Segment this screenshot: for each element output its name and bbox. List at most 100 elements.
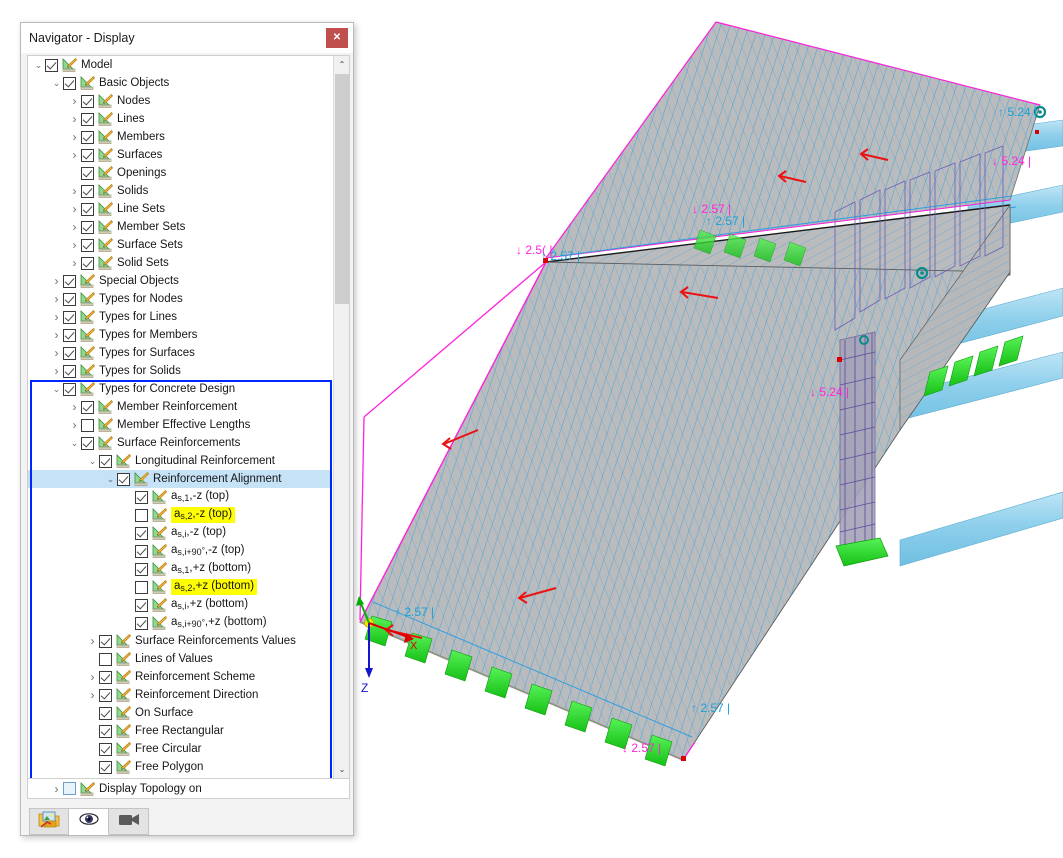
tree-item-types-for-solids[interactable]: ›Types for Solids (28, 362, 332, 380)
tree-item-surface-reinforcements[interactable]: ⌄Surface Reinforcements (28, 434, 332, 452)
visibility-checkbox[interactable] (81, 401, 94, 414)
visibility-checkbox[interactable] (81, 221, 94, 234)
chevron-right-icon[interactable]: › (50, 308, 63, 326)
visibility-checkbox[interactable] (63, 311, 76, 324)
chevron-down-icon[interactable]: ⌄ (32, 56, 45, 74)
tree-item-member-sets[interactable]: ›Member Sets (28, 218, 332, 236)
visibility-checkbox[interactable] (99, 671, 112, 684)
visibility-checkbox[interactable] (63, 365, 76, 378)
chevron-right-icon[interactable]: › (86, 668, 99, 686)
close-icon[interactable]: ✕ (326, 28, 348, 48)
tree-item-solid-sets[interactable]: ›Solid Sets (28, 254, 332, 272)
tree-item-solids[interactable]: ›Solids (28, 182, 332, 200)
tree-item-types-for-members[interactable]: ›Types for Members (28, 326, 332, 344)
navigator-tree[interactable]: ⌄Model⌄Basic Objects›Nodes›Lines›Members… (28, 56, 332, 778)
visibility-checkbox[interactable] (81, 239, 94, 252)
chevron-right-icon[interactable]: › (68, 236, 81, 254)
visibility-checkbox[interactable] (81, 257, 94, 270)
chevron-right-icon[interactable]: › (50, 290, 63, 308)
visibility-checkbox[interactable] (63, 77, 76, 90)
visibility-checkbox[interactable] (99, 635, 112, 648)
visibility-checkbox[interactable] (63, 329, 76, 342)
chevron-down-icon[interactable]: ⌄ (86, 452, 99, 470)
visibility-checkbox[interactable] (81, 95, 94, 108)
tree-item-a-s-1-z-top[interactable]: as,1,-z (top) (28, 488, 332, 506)
tree-item-types-for-nodes[interactable]: ›Types for Nodes (28, 290, 332, 308)
tree-item-free-circular[interactable]: Free Circular (28, 740, 332, 758)
tree-item-a-s-i-90-z-bottom[interactable]: as,i+90°,+z (bottom) (28, 614, 332, 632)
tree-item-nodes[interactable]: ›Nodes (28, 92, 332, 110)
scrollbar-thumb[interactable] (335, 74, 349, 304)
visibility-checkbox[interactable] (99, 761, 112, 774)
tree-item-stirrups[interactable]: ›Stirrups (28, 776, 332, 778)
navigator-tabbar[interactable] (21, 802, 353, 835)
visibility-checkbox[interactable] (135, 509, 148, 522)
chevron-right-icon[interactable]: › (68, 128, 81, 146)
chevron-right-icon[interactable]: › (68, 218, 81, 236)
visibility-checkbox[interactable] (135, 599, 148, 612)
chevron-right-icon[interactable]: › (68, 92, 81, 110)
navigator-display-panel[interactable]: Navigator - Display ✕ ⌄Model⌄Basic Objec… (20, 22, 354, 836)
chevron-right-icon[interactable]: › (50, 326, 63, 344)
chevron-right-icon[interactable]: › (86, 686, 99, 704)
display-topology-row[interactable]: ›Display Topology on (27, 779, 350, 799)
tree-item-surfaces[interactable]: ›Surfaces (28, 146, 332, 164)
tree-item-surface-reinforcements-values[interactable]: ›Surface Reinforcements Values (28, 632, 332, 650)
tree-item-a-s-i-90-z-top[interactable]: as,i+90°,-z (top) (28, 542, 332, 560)
tree-item-member-effective-lengths[interactable]: ›Member Effective Lengths (28, 416, 332, 434)
scroll-down-icon[interactable]: ⌄ (334, 761, 350, 778)
visibility-checkbox[interactable] (99, 689, 112, 702)
tree-item-a-s-i-z-bottom[interactable]: as,i,+z (bottom) (28, 596, 332, 614)
tree-item-members[interactable]: ›Members (28, 128, 332, 146)
tree-item-a-s-i-z-top[interactable]: as,i,-z (top) (28, 524, 332, 542)
visibility-checkbox[interactable] (81, 113, 94, 126)
visibility-checkbox[interactable] (99, 743, 112, 756)
tree-item-free-rectangular[interactable]: Free Rectangular (28, 722, 332, 740)
scroll-up-icon[interactable]: ⌃ (334, 56, 350, 73)
visibility-checkbox[interactable] (135, 491, 148, 504)
visibility-checkbox[interactable] (117, 473, 130, 486)
chevron-right-icon[interactable]: › (68, 254, 81, 272)
tree-item-member-reinforcement[interactable]: ›Member Reinforcement (28, 398, 332, 416)
tree-vertical-scrollbar[interactable]: ⌃ ⌄ (333, 56, 349, 778)
visibility-checkbox[interactable] (135, 563, 148, 576)
chevron-right-icon[interactable]: › (50, 362, 63, 380)
tree-item-types-for-surfaces[interactable]: ›Types for Surfaces (28, 344, 332, 362)
chevron-down-icon[interactable]: ⌄ (50, 380, 63, 398)
visibility-checkbox[interactable] (63, 275, 76, 288)
visibility-checkbox[interactable] (63, 347, 76, 360)
visibility-checkbox[interactable] (63, 782, 76, 795)
chevron-right-icon[interactable]: › (68, 146, 81, 164)
tree-item-lines-of-values[interactable]: Lines of Values (28, 650, 332, 668)
tree-item-special-objects[interactable]: ›Special Objects (28, 272, 332, 290)
chevron-down-icon[interactable]: ⌄ (104, 470, 117, 488)
visibility-checkbox[interactable] (135, 545, 148, 558)
visibility-checkbox[interactable] (99, 707, 112, 720)
chevron-right-icon[interactable]: › (50, 780, 63, 798)
chevron-right-icon[interactable]: › (50, 272, 63, 290)
tree-item-on-surface[interactable]: On Surface (28, 704, 332, 722)
tree-item-types-for-lines[interactable]: ›Types for Lines (28, 308, 332, 326)
visibility-checkbox[interactable] (135, 617, 148, 630)
chevron-right-icon[interactable]: › (68, 200, 81, 218)
visibility-checkbox[interactable] (81, 437, 94, 450)
chevron-right-icon[interactable]: › (68, 110, 81, 128)
chevron-right-icon[interactable]: › (68, 776, 81, 778)
tree-item-openings[interactable]: Openings (28, 164, 332, 182)
project-navigator-tab[interactable] (29, 808, 69, 835)
visibility-checkbox[interactable] (99, 725, 112, 738)
display-navigator-tab[interactable] (69, 808, 109, 835)
tree-item-a-s-1-z-bottom[interactable]: as,1,+z (bottom) (28, 560, 332, 578)
visibility-checkbox[interactable] (63, 383, 76, 396)
views-navigator-tab[interactable] (109, 808, 149, 835)
chevron-right-icon[interactable]: › (68, 416, 81, 434)
navigator-titlebar[interactable]: Navigator - Display ✕ (21, 23, 353, 53)
tree-item-line-sets[interactable]: ›Line Sets (28, 200, 332, 218)
tree-item-free-polygon[interactable]: Free Polygon (28, 758, 332, 776)
tree-item-display-topology-on[interactable]: ›Display Topology on (28, 780, 202, 798)
tree-item-surface-sets[interactable]: ›Surface Sets (28, 236, 332, 254)
chevron-right-icon[interactable]: › (68, 182, 81, 200)
tree-item-a-s-2-z-bottom[interactable]: as,2,+z (bottom) (28, 578, 332, 596)
tree-item-lines[interactable]: ›Lines (28, 110, 332, 128)
visibility-checkbox[interactable] (45, 59, 58, 72)
